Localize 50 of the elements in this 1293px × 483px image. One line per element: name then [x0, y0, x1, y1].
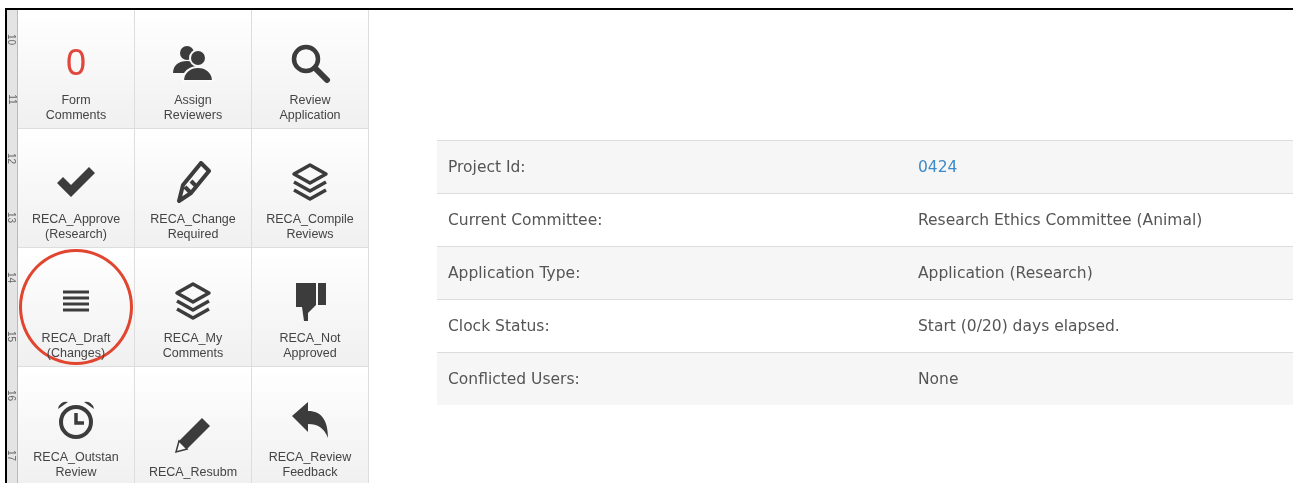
field-label: Current Committee: — [447, 211, 604, 229]
project-link[interactable]: 0424 — [918, 158, 958, 176]
comment-count: 0 — [66, 42, 86, 85]
ruler-number: 11 — [6, 93, 18, 105]
ruler-number: 17 — [6, 449, 18, 461]
ruler-number: 16 — [6, 390, 18, 402]
field-value: None — [918, 370, 959, 388]
action-tile[interactable]: Assign Reviewers — [135, 10, 251, 128]
action-tile[interactable]: RECA_Review Feedback — [252, 367, 368, 483]
field-value: Start (0/20) days elapsed. — [918, 317, 1120, 335]
tile-label: RECA_Compile Reviews — [266, 212, 354, 241]
ruler-number: 12 — [6, 152, 18, 164]
layers-icon — [173, 281, 213, 322]
action-tile[interactable]: RECA_Draft (Changes) — [18, 248, 134, 366]
field-label: Clock Status: — [447, 317, 551, 335]
ruler-number: 10 — [6, 34, 18, 46]
tile-label: Form Comments — [45, 93, 107, 122]
action-tile[interactable]: RECA_Not Approved — [252, 248, 368, 366]
pen-nib-icon — [175, 161, 211, 204]
action-tile[interactable]: RECA_Compile Reviews — [252, 129, 368, 247]
tile-label: RECA_Outstan Review — [33, 450, 119, 479]
alarm-clock-icon — [55, 399, 97, 442]
ruler-number: 13 — [6, 212, 18, 224]
tile-label: RECA_My Comments — [162, 331, 224, 360]
tile-label: Review Application — [279, 93, 341, 122]
action-tile[interactable]: RECA_Outstan Review — [18, 367, 134, 483]
tile-label: RECA_Review Feedback — [268, 450, 352, 479]
list-icon — [61, 289, 91, 314]
tile-label: RECA_Change Required — [150, 212, 236, 241]
field-label: Application Type: — [447, 264, 582, 282]
search-icon — [289, 42, 331, 85]
action-tile[interactable]: 0 Form Comments — [18, 10, 134, 128]
action-tile[interactable]: Review Application — [252, 10, 368, 128]
ruler-number: 15 — [6, 331, 18, 343]
tile-label: RECA_Approve (Research) — [31, 212, 121, 241]
field-label: Project Id: — [447, 158, 527, 176]
ruler-number: 14 — [6, 271, 18, 283]
tile-label: RECA_Not Approved — [279, 331, 341, 360]
action-tile[interactable]: RECA_Approve (Research) — [18, 129, 134, 247]
field-label: Conflicted Users: — [447, 370, 581, 388]
field-value: Research Ethics Committee (Animal) — [918, 211, 1203, 229]
action-tile[interactable]: RECA_Change Required — [135, 129, 251, 247]
tile-label: Assign Reviewers — [163, 93, 223, 122]
layers-icon — [290, 162, 330, 203]
field-value: Application (Research) — [918, 264, 1093, 282]
tile-label: RECA_Resubm — [148, 464, 238, 479]
tile-label: RECA_Draft (Changes) — [41, 331, 111, 360]
action-tile[interactable]: RECA_Resubm — [135, 367, 251, 483]
action-tile[interactable]: RECA_My Comments — [135, 248, 251, 366]
checkmark-icon — [55, 165, 97, 200]
